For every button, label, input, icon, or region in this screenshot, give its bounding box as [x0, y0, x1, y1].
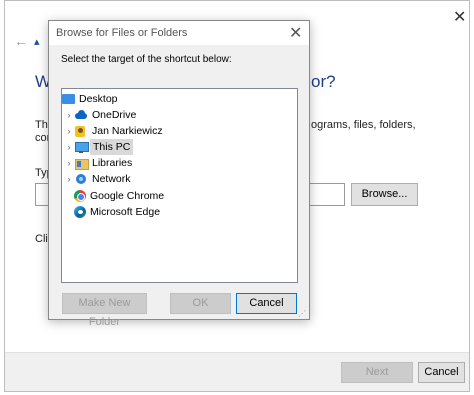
- tree-item-network[interactable]: › Network: [64, 171, 133, 187]
- tree-item-label: Jan Narkiewicz: [92, 125, 163, 137]
- wizard-heading-end: or?: [311, 72, 336, 91]
- tree-item-label: Google Chrome: [90, 190, 165, 202]
- user-folder-icon: [74, 125, 88, 137]
- computer-icon: [74, 141, 89, 153]
- desktop-icon: [62, 94, 75, 104]
- browse-button[interactable]: Browse...: [351, 183, 418, 206]
- wizard-footer: Next Cancel: [5, 352, 469, 391]
- close-icon[interactable]: ✕: [453, 7, 466, 27]
- tree-item-label: Desktop: [79, 93, 118, 105]
- tree-item-this-pc[interactable]: › This PC: [64, 139, 134, 155]
- tree-item-desktop[interactable]: Desktop: [62, 91, 120, 107]
- chevron-right-icon[interactable]: ›: [64, 139, 74, 155]
- tree-item-label: Libraries: [92, 157, 133, 169]
- folder-tree[interactable]: Desktop › OneDrive › Jan Narkiewicz › Th…: [61, 88, 298, 283]
- dialog-cancel-button[interactable]: Cancel: [236, 293, 297, 314]
- library-icon: [74, 157, 89, 170]
- tree-item-microsoft-edge[interactable]: Microsoft Edge: [74, 204, 162, 220]
- tree-item-google-chrome[interactable]: Google Chrome: [74, 188, 166, 204]
- browse-dialog: Browse for Files or Folders ✕ Select the…: [48, 20, 310, 328]
- resize-grip-icon[interactable]: ⋰: [298, 309, 306, 318]
- chevron-right-icon[interactable]: ›: [64, 123, 74, 139]
- dialog-prompt: Select the target of the shortcut below:: [61, 54, 232, 65]
- shortcut-icon: ▴: [34, 36, 40, 48]
- tree-item-label: OneDrive: [92, 109, 137, 121]
- tree-item-label: This PC: [90, 139, 134, 155]
- tree-item-onedrive[interactable]: › OneDrive: [64, 107, 138, 123]
- network-icon: [74, 173, 88, 185]
- wizard-description-end: ograms, files, folders,: [311, 119, 416, 131]
- ok-button[interactable]: OK: [170, 293, 231, 314]
- make-new-folder-button[interactable]: Make New Folder: [62, 293, 147, 328]
- tree-item-label: Microsoft Edge: [90, 206, 161, 218]
- tree-item-label: Network: [92, 173, 131, 185]
- edge-icon: [74, 206, 86, 218]
- dialog-close-icon[interactable]: ✕: [289, 23, 302, 43]
- chrome-icon: [74, 190, 86, 202]
- next-button[interactable]: Next: [341, 362, 413, 383]
- back-arrow-icon[interactable]: ←: [14, 33, 28, 49]
- dialog-titlebar: Browse for Files or Folders ✕: [49, 21, 309, 45]
- onedrive-icon: [74, 109, 88, 121]
- tree-item-libraries[interactable]: › Libraries: [64, 155, 134, 171]
- chevron-right-icon[interactable]: ›: [64, 155, 74, 171]
- dialog-title: Browse for Files or Folders: [56, 27, 188, 39]
- tree-item-user-folder[interactable]: › Jan Narkiewicz: [64, 123, 165, 139]
- cancel-button[interactable]: Cancel: [418, 362, 465, 383]
- chevron-right-icon[interactable]: ›: [64, 107, 74, 123]
- chevron-right-icon[interactable]: ›: [64, 171, 74, 187]
